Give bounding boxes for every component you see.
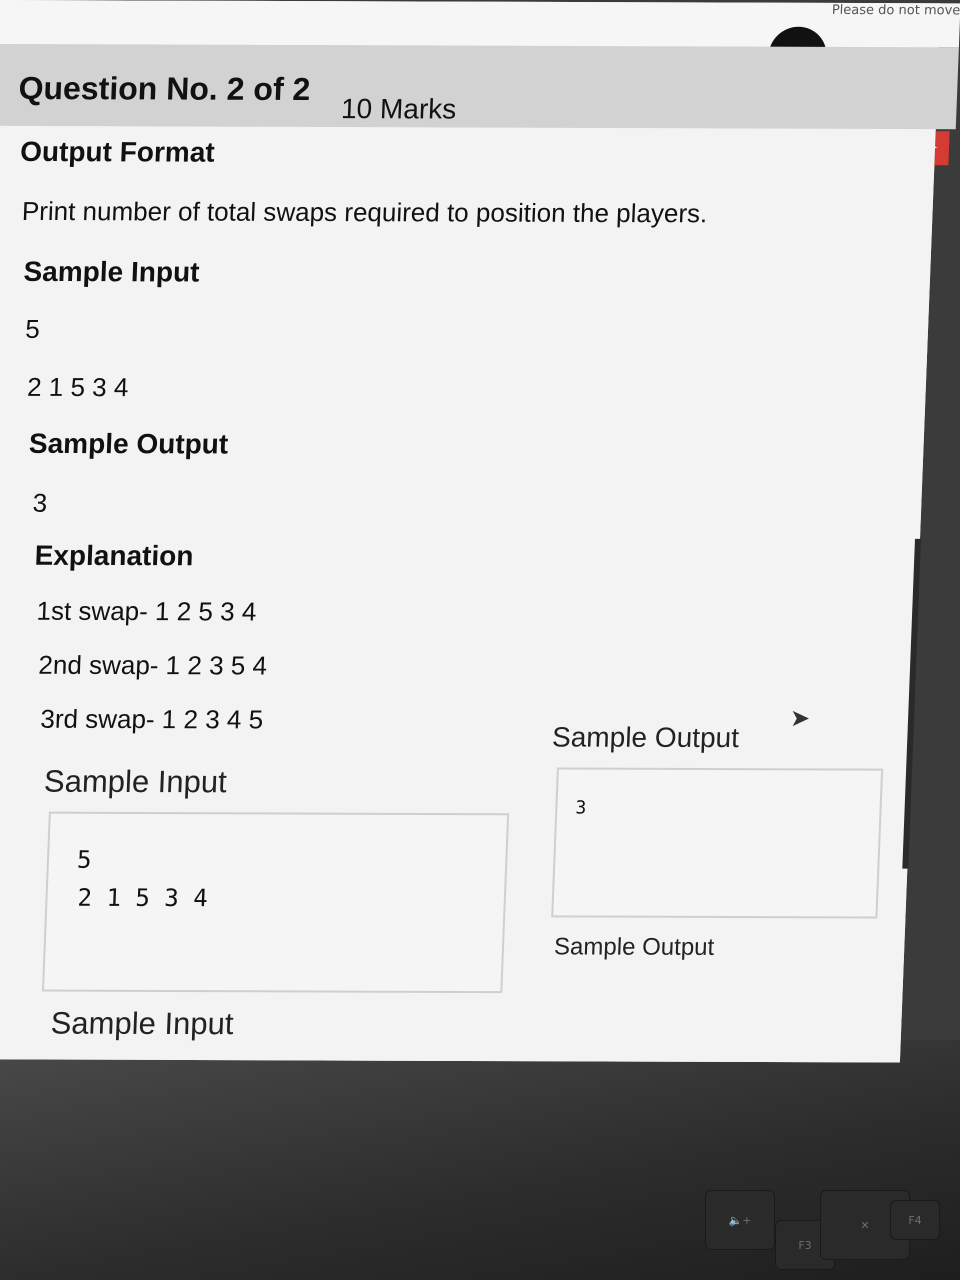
- explanation-line: 3rd swap- 1 2 3 4 5: [39, 703, 264, 735]
- testcase-input-line2: 2 1 5 3 4: [77, 883, 209, 913]
- question-number: Question No. 2 of 2: [17, 70, 312, 108]
- laptop-screen: Please do not move « Question No. 2 of 2…: [0, 0, 960, 1280]
- output-format-text: Print number of total swaps required to …: [21, 195, 708, 229]
- testcase2-output-label: Sample Output: [553, 933, 715, 961]
- sample-input-heading: Sample Input: [23, 255, 201, 288]
- explanation-line: 1st swap- 1 2 5 3 4: [36, 595, 257, 627]
- explanation-line: 2nd swap- 1 2 3 5 4: [37, 649, 268, 681]
- testcase-output-box[interactable]: [551, 767, 884, 919]
- output-format-heading: Output Format: [19, 135, 216, 168]
- exam-window: Please do not move « Question No. 2 of 2…: [0, 0, 960, 1063]
- testcase-input-line1: 5: [76, 845, 93, 874]
- testcase-input-label: Sample Input: [43, 763, 228, 800]
- sample-input-line1: 5: [24, 313, 41, 344]
- sample-output-value: 3: [32, 487, 48, 518]
- proctor-notice: Please do not move: [831, 2, 960, 19]
- explanation-heading: Explanation: [34, 539, 195, 572]
- sample-output-heading: Sample Output: [28, 427, 229, 460]
- mouse-cursor-icon: ➤: [790, 705, 811, 732]
- sample-input-line2: 2 1 5 3 4: [26, 371, 130, 403]
- testcase-output-label: Sample Output: [551, 721, 740, 754]
- testcase2-input-label: Sample Input: [50, 1005, 235, 1042]
- question-marks: 10 Marks: [340, 93, 457, 125]
- testcase-output-value: 3: [575, 797, 587, 819]
